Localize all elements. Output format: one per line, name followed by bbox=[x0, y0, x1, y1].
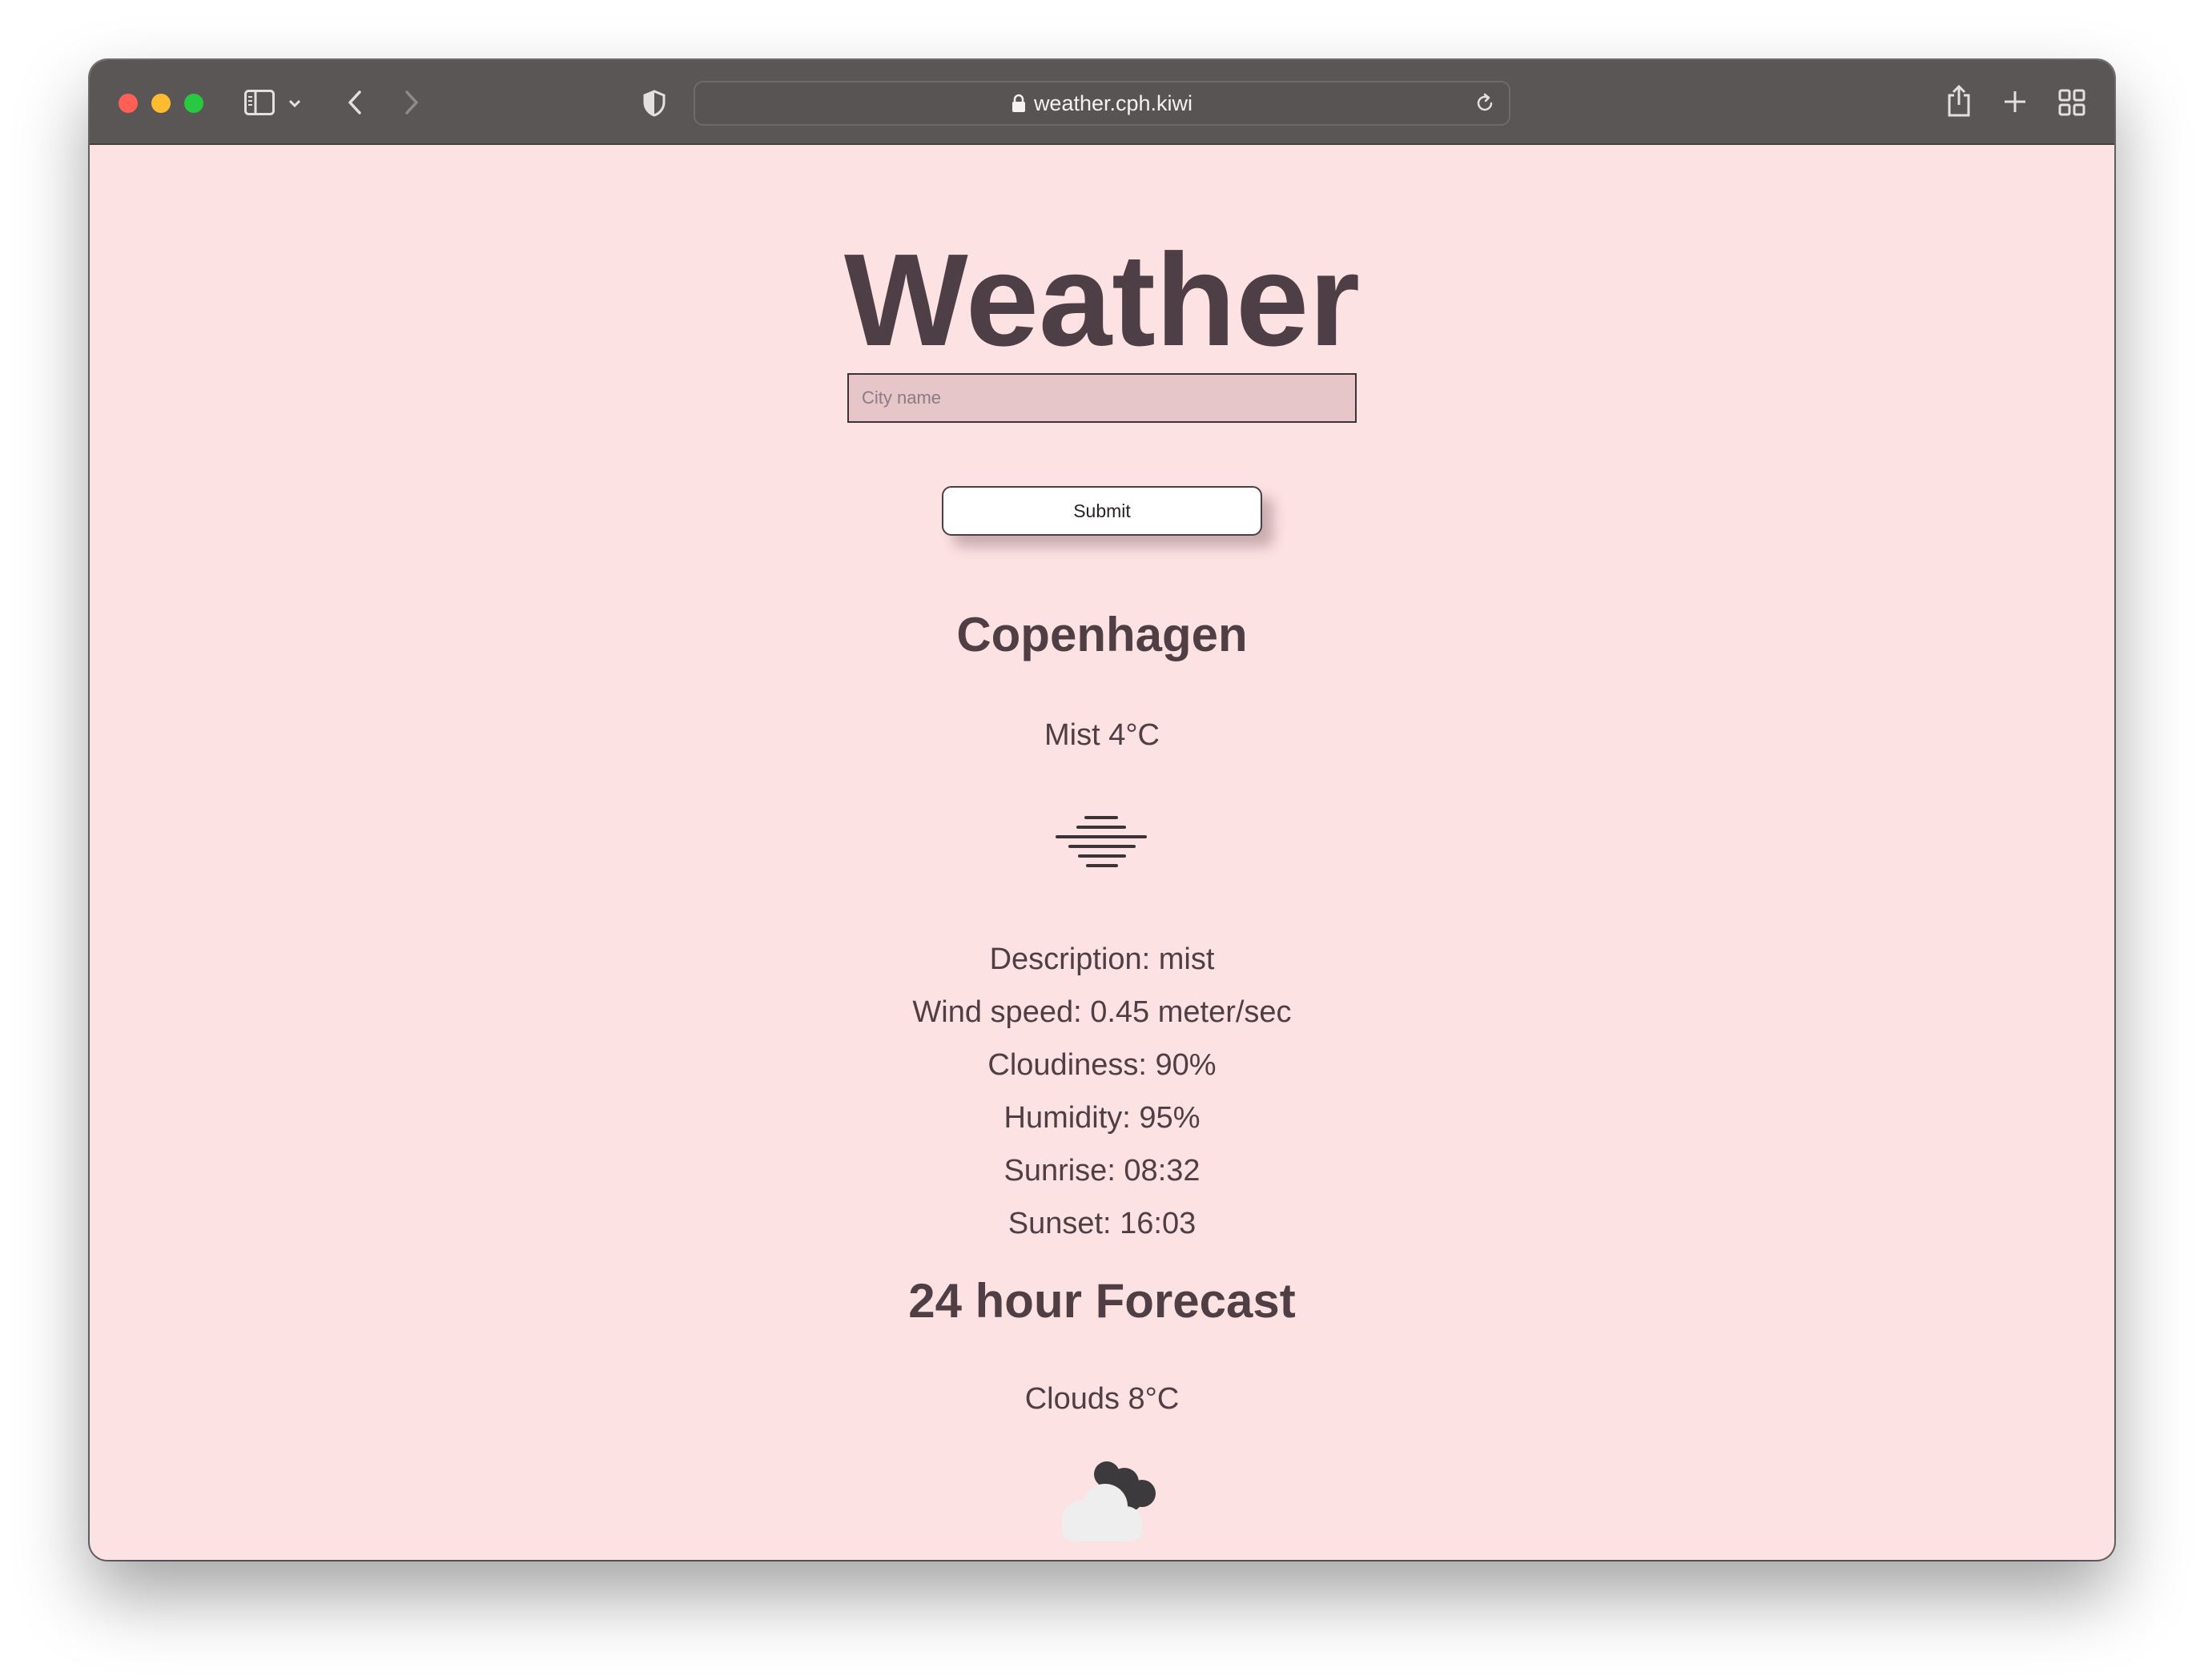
new-tab-icon[interactable] bbox=[2001, 87, 2029, 116]
browser-toolbar: weather.cph.kiwi bbox=[90, 60, 2114, 145]
back-arrow-icon[interactable] bbox=[343, 87, 367, 118]
reload-icon[interactable] bbox=[1474, 92, 1496, 120]
browser-window: weather.cph.kiwi Weather City name Submi… bbox=[90, 60, 2114, 1560]
zoom-window-button[interactable] bbox=[184, 94, 203, 113]
detail-description: Description: mist bbox=[989, 942, 1215, 976]
broken-clouds-icon bbox=[1048, 1458, 1176, 1550]
page-content: Weather Submit Copenhagen Mist 4°C Descr… bbox=[90, 145, 2114, 1560]
weather-details: Description: mist Wind speed: 0.45 meter… bbox=[90, 933, 2114, 1250]
current-weather-summary: Mist 4°C bbox=[1044, 718, 1160, 752]
detail-wind-speed: Wind speed: 0.45 meter/sec bbox=[912, 995, 1292, 1029]
tab-overview-icon[interactable] bbox=[2057, 87, 2087, 118]
share-icon[interactable] bbox=[1943, 82, 1975, 119]
detail-cloudiness: Cloudiness: 90% bbox=[987, 1048, 1217, 1082]
detail-sunset: Sunset: 16:03 bbox=[1007, 1207, 1197, 1240]
minimize-window-button[interactable] bbox=[151, 94, 171, 113]
city-name-input[interactable] bbox=[847, 373, 1357, 423]
page-title: Weather bbox=[843, 227, 1361, 373]
forecast-heading: 24 hour Forecast bbox=[908, 1274, 1296, 1328]
forecast-summary: Clouds 8°C bbox=[1024, 1382, 1180, 1416]
mist-icon bbox=[1056, 810, 1148, 878]
sidebar-toggle-icon[interactable] bbox=[243, 89, 276, 116]
privacy-shield-icon[interactable] bbox=[641, 89, 668, 118]
lock-icon bbox=[1012, 94, 1026, 113]
chevron-down-icon[interactable] bbox=[287, 95, 303, 111]
detail-sunrise: Sunrise: 08:32 bbox=[1003, 1154, 1201, 1188]
url-text: weather.cph.kiwi bbox=[1033, 90, 1193, 115]
submit-button[interactable]: Submit bbox=[942, 486, 1262, 536]
city-name-heading: Copenhagen bbox=[956, 608, 1248, 661]
forward-arrow-icon[interactable] bbox=[400, 87, 424, 118]
address-bar[interactable]: weather.cph.kiwi bbox=[694, 81, 1510, 126]
detail-humidity: Humidity: 95% bbox=[1003, 1101, 1201, 1135]
close-window-button[interactable] bbox=[119, 94, 138, 113]
